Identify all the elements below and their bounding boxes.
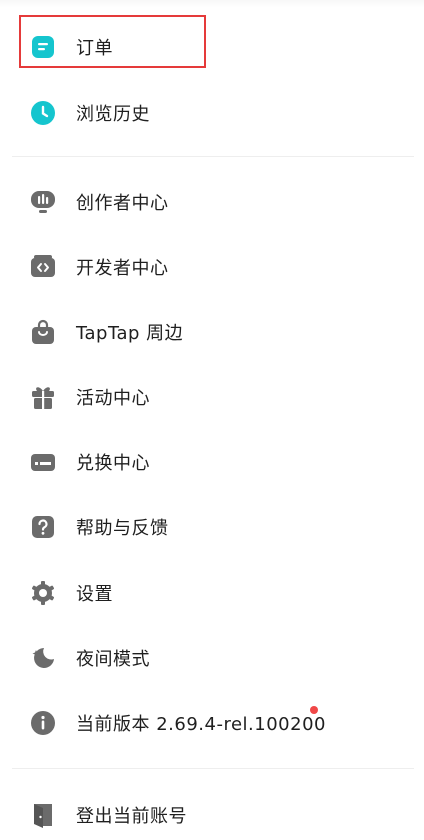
side-menu: 订单 浏览历史 创作者中心 开发者中心 TapTap 周边 活动中心 兑换中心 … <box>0 0 424 840</box>
menu-item-settings[interactable]: 设置 <box>0 568 424 618</box>
developer-icon <box>30 254 56 280</box>
menu-item-label: 开发者中心 <box>76 258 169 279</box>
gear-icon <box>30 580 56 606</box>
update-badge <box>310 706 318 714</box>
redeem-card-icon <box>30 449 56 475</box>
menu-item-help-feedback[interactable]: 帮助与反馈 <box>0 502 424 552</box>
menu-item-logout[interactable]: 登出当前账号 <box>0 790 424 840</box>
highlight-box <box>19 15 206 68</box>
menu-item-label: 创作者中心 <box>76 193 169 214</box>
creator-icon <box>30 189 56 215</box>
menu-item-night-mode[interactable]: 夜间模式 <box>0 633 424 683</box>
menu-item-label: 设置 <box>76 584 113 605</box>
menu-item-version[interactable]: 当前版本 2.69.4-rel.100200 <box>0 698 424 748</box>
menu-item-label: 夜间模式 <box>76 649 150 670</box>
section-divider <box>12 768 414 769</box>
menu-item-developer-center[interactable]: 开发者中心 <box>0 242 424 292</box>
menu-item-label: 兑换中心 <box>76 453 150 474</box>
menu-item-label: TapTap 周边 <box>76 323 184 344</box>
menu-item-label: 帮助与反馈 <box>76 518 169 539</box>
menu-item-merch[interactable]: TapTap 周边 <box>0 307 424 357</box>
logout-icon <box>30 802 56 828</box>
menu-item-label: 浏览历史 <box>76 104 150 125</box>
menu-item-label: 登出当前账号 <box>76 806 187 827</box>
info-icon <box>30 710 56 736</box>
menu-item-label: 活动中心 <box>76 388 150 409</box>
menu-item-redeem[interactable]: 兑换中心 <box>0 437 424 487</box>
shopping-bag-icon <box>30 319 56 345</box>
menu-item-creator-center[interactable]: 创作者中心 <box>0 177 424 227</box>
menu-item-events[interactable]: 活动中心 <box>0 372 424 422</box>
menu-item-history[interactable]: 浏览历史 <box>0 88 424 138</box>
menu-item-label: 当前版本 2.69.4-rel.100200 <box>76 714 326 735</box>
section-divider <box>12 156 414 157</box>
moon-icon <box>30 645 56 671</box>
help-icon <box>30 514 56 540</box>
clock-icon <box>30 100 56 126</box>
gift-icon <box>30 384 56 410</box>
